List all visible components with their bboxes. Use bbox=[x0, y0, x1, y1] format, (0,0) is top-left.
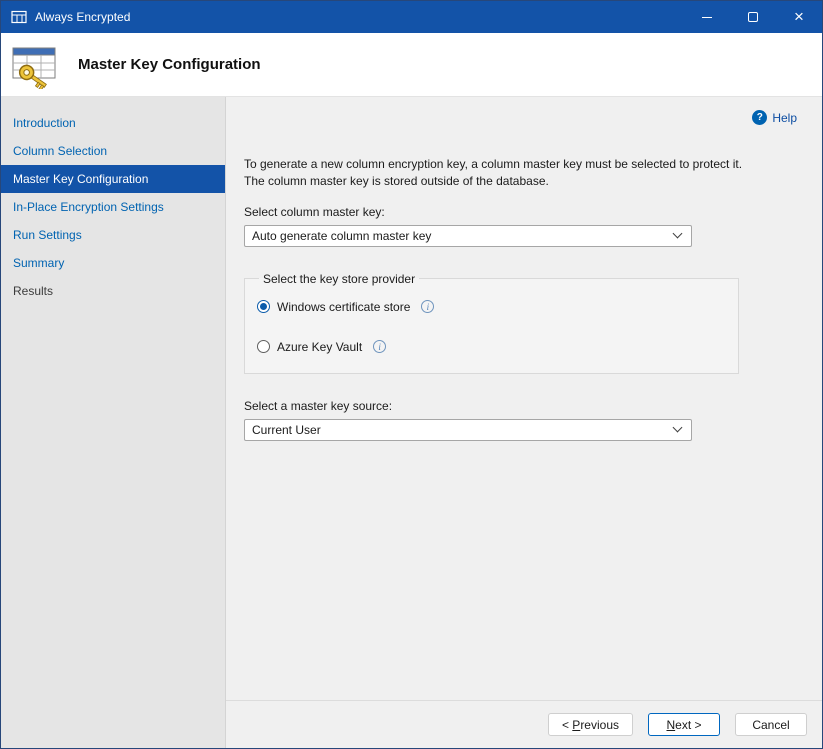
previous-button[interactable]: < Previous bbox=[548, 713, 633, 736]
radio-checked-icon[interactable] bbox=[257, 300, 270, 313]
sidebar-item-column-selection[interactable]: Column Selection bbox=[1, 137, 225, 165]
radio-unchecked-icon[interactable] bbox=[257, 340, 270, 353]
titlebar: Always Encrypted bbox=[1, 1, 822, 33]
next-button-rest: ext > bbox=[675, 718, 701, 732]
close-icon bbox=[794, 8, 804, 27]
column-master-key-label: Select column master key: bbox=[244, 205, 822, 219]
key-store-provider-group: Select the key store provider Windows ce… bbox=[244, 272, 739, 374]
minimize-icon bbox=[702, 17, 712, 18]
sidebar-item-introduction[interactable]: Introduction bbox=[1, 109, 225, 137]
master-key-source-value: Current User bbox=[252, 423, 321, 437]
azure-key-vault-label: Azure Key Vault bbox=[277, 340, 362, 354]
description-text: To generate a new column encryption key,… bbox=[244, 156, 760, 190]
radio-azure-key-vault[interactable]: Azure Key Vault bbox=[257, 340, 726, 354]
window-title: Always Encrypted bbox=[35, 10, 130, 24]
wizard-footer: < Previous Next > Cancel bbox=[226, 700, 822, 748]
always-encrypted-window: Always Encrypted bbox=[0, 0, 823, 749]
previous-button-rest: revious bbox=[580, 718, 619, 732]
radio-windows-certificate-store[interactable]: Windows certificate store bbox=[257, 300, 726, 314]
help-link[interactable]: Help bbox=[752, 110, 797, 125]
info-icon[interactable] bbox=[373, 340, 386, 353]
window-controls bbox=[684, 1, 822, 33]
next-button-accel: N bbox=[666, 718, 675, 732]
column-master-key-dropdown[interactable]: Auto generate column master key bbox=[244, 225, 692, 247]
form-area: To generate a new column encryption key,… bbox=[226, 125, 822, 441]
sidebar-item-master-key-configuration[interactable]: Master Key Configuration bbox=[1, 165, 225, 193]
master-key-table-icon bbox=[10, 41, 58, 89]
wizard-body: Introduction Column Selection Master Key… bbox=[1, 97, 822, 748]
next-button[interactable]: Next > bbox=[648, 713, 720, 736]
sidebar-item-summary[interactable]: Summary bbox=[1, 249, 225, 277]
app-icon bbox=[11, 9, 27, 25]
column-master-key-value: Auto generate column master key bbox=[252, 229, 431, 243]
maximize-icon bbox=[748, 12, 758, 22]
sidebar-item-run-settings[interactable]: Run Settings bbox=[1, 221, 225, 249]
close-button[interactable] bbox=[776, 1, 822, 33]
maximize-button[interactable] bbox=[730, 1, 776, 33]
sidebar-item-results: Results bbox=[1, 277, 225, 305]
page-title: Master Key Configuration bbox=[78, 56, 261, 73]
master-key-source-dropdown[interactable]: Current User bbox=[244, 419, 692, 441]
wizard-steps-sidebar: Introduction Column Selection Master Key… bbox=[1, 97, 226, 748]
sidebar-item-in-place-encryption-settings[interactable]: In-Place Encryption Settings bbox=[1, 193, 225, 221]
minimize-button[interactable] bbox=[684, 1, 730, 33]
wizard-header: Master Key Configuration bbox=[1, 33, 822, 97]
key-store-provider-group-label: Select the key store provider bbox=[259, 272, 419, 286]
chevron-down-icon bbox=[673, 229, 683, 239]
help-icon bbox=[752, 110, 767, 125]
main-content: Help To generate a new column encryption… bbox=[226, 97, 822, 748]
windows-certificate-store-label: Windows certificate store bbox=[277, 300, 410, 314]
master-key-source-label: Select a master key source: bbox=[244, 399, 822, 413]
help-label: Help bbox=[772, 111, 797, 125]
info-icon[interactable] bbox=[421, 300, 434, 313]
cancel-button[interactable]: Cancel bbox=[735, 713, 807, 736]
chevron-down-icon bbox=[673, 423, 683, 433]
previous-button-prefix: < bbox=[562, 718, 572, 732]
help-row: Help bbox=[226, 97, 822, 125]
